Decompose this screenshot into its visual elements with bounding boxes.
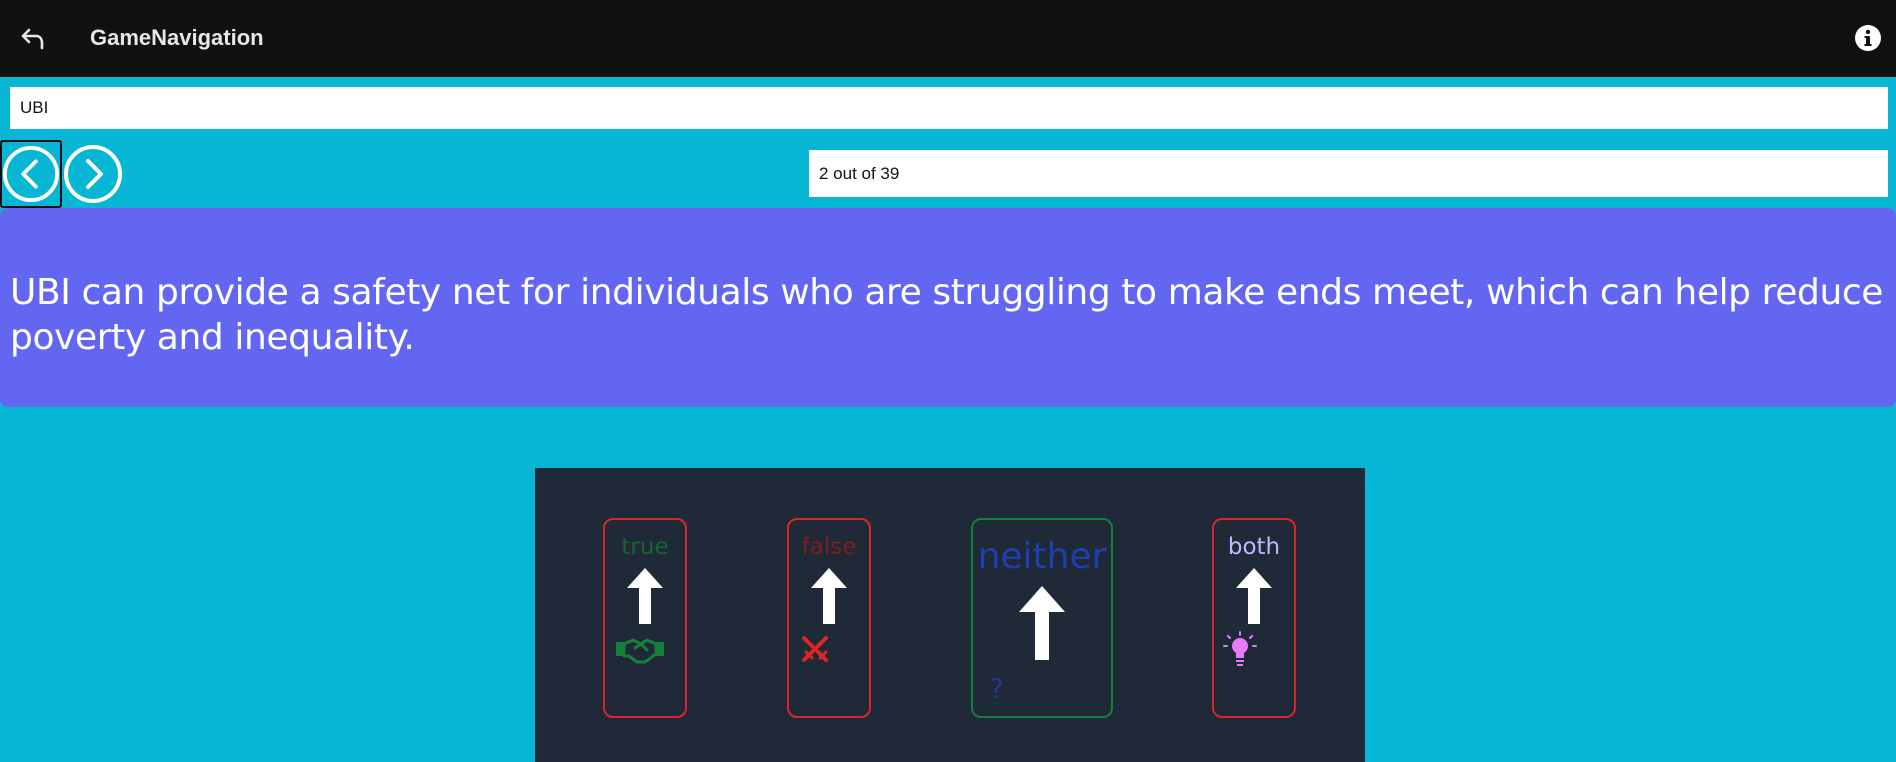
top-app-bar: GameNavigation: [0, 0, 1896, 77]
previous-button[interactable]: [0, 140, 62, 208]
handshake-icon: [616, 638, 664, 664]
back-button[interactable]: [18, 20, 50, 56]
page-counter-text: 2 out of 39: [819, 163, 900, 183]
app-title: GameNavigation: [90, 25, 264, 50]
info-button[interactable]: [1854, 24, 1882, 52]
choice-true[interactable]: true: [603, 518, 687, 718]
chevron-right-circle-icon: [64, 145, 122, 203]
choice-label-both: both: [1227, 534, 1281, 560]
question-mark-icon: ?: [989, 672, 1004, 705]
choice-neither[interactable]: neither ?: [971, 518, 1113, 718]
choice-label-false: false: [801, 534, 857, 560]
statement-card: UBI can provide a safety net for individ…: [0, 208, 1896, 407]
choice-both[interactable]: both: [1212, 518, 1296, 718]
page-counter: 2 out of 39: [809, 150, 1888, 197]
crossed-swords-icon: [802, 636, 828, 662]
choice-label-true: true: [621, 534, 669, 560]
search-input[interactable]: [10, 87, 1888, 129]
game-panel: true false neither ? both: [535, 468, 1365, 762]
choice-false[interactable]: false: [787, 518, 871, 718]
up-arrow-icon: [811, 568, 847, 624]
up-arrow-icon: [1236, 568, 1272, 624]
statement-text: UBI can provide a safety net for individ…: [10, 272, 1884, 358]
chevron-left-circle-icon: [2, 145, 60, 203]
up-arrow-icon: [627, 568, 663, 624]
choice-label-neither: neither: [977, 536, 1107, 577]
next-button[interactable]: [62, 140, 124, 208]
lightbulb-icon: [1223, 631, 1257, 666]
info-circle-icon: [1855, 25, 1881, 51]
undo-arrow-icon: [21, 28, 44, 50]
up-arrow-icon: [1019, 586, 1065, 660]
